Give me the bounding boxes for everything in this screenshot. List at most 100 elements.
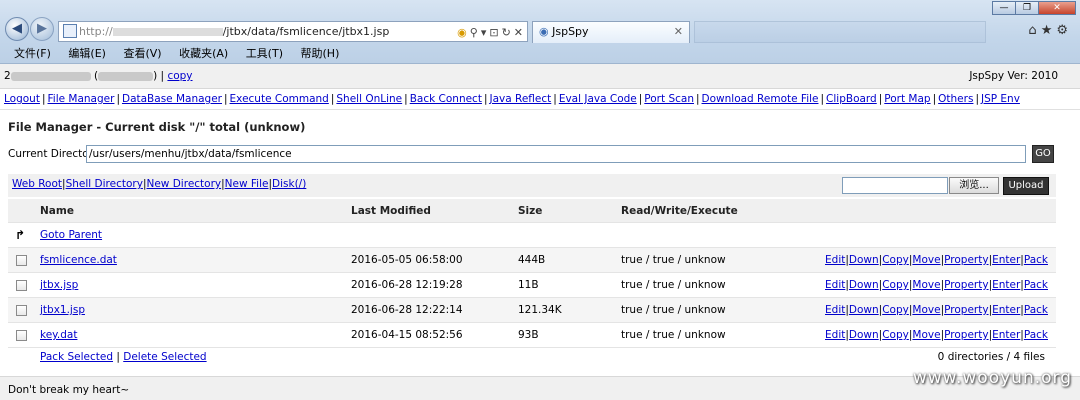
upload-file-input[interactable] [842,177,948,194]
file-checkbox[interactable] [16,280,27,291]
file-link-disk-[interactable]: Disk(/) [272,178,306,190]
file-name-link[interactable]: jtbx1.jsp [40,298,85,323]
action-enter[interactable]: Enter [992,304,1020,316]
menu-tools[interactable]: 工具(T) [246,47,283,60]
goto-parent-link[interactable]: Goto Parent [40,223,102,248]
home-icon[interactable]: ⌂ [1028,23,1040,38]
compat-view-icon[interactable]: ⊡ [489,26,498,39]
back-button[interactable]: ◀ [5,17,29,41]
action-enter[interactable]: Enter [992,329,1020,341]
menu-file[interactable]: 文件(F) [14,47,51,60]
compat-icon[interactable]: ◉ [457,26,467,39]
action-edit[interactable]: Edit [825,304,845,316]
action-copy[interactable]: Copy [882,304,909,316]
file-checkbox[interactable] [16,330,27,341]
action-down[interactable]: Down [849,329,879,341]
action-down[interactable]: Down [849,254,879,266]
address-bar[interactable]: http:///jtbx/data/fsmlicence/jtbx1.jsp ◉… [58,21,528,42]
action-property[interactable]: Property [944,254,988,266]
action-copy[interactable]: Copy [882,329,909,341]
nav-link-clipboard[interactable]: ClipBoard [826,93,877,105]
action-property[interactable]: Property [944,304,988,316]
action-copy[interactable]: Copy [882,254,909,266]
nav-link-logout[interactable]: Logout [4,93,40,105]
file-link-web-root[interactable]: Web Root [12,178,62,190]
nav-link-shell-online[interactable]: Shell OnLine [336,93,402,105]
nav-link-eval-java-code[interactable]: Eval Java Code [559,93,637,105]
delete-selected-link[interactable]: Delete Selected [123,351,206,363]
separator: | [404,93,408,105]
browser-chrome: — ❐ ✕ ◀ ▶ http:///jtbx/data/fsmlicence/jtb… [0,0,1080,64]
blurred-tab[interactable] [694,21,986,43]
close-window-button[interactable]: ✕ [1038,1,1076,15]
dropdown-icon[interactable]: ▾ [481,26,487,39]
file-name-link[interactable]: fsmlicence.dat [40,248,117,273]
search-icon[interactable]: ⚲ [470,26,478,39]
action-move[interactable]: Move [912,304,940,316]
action-property[interactable]: Property [944,279,988,291]
tab-jspspy[interactable]: ◉ JspSpy ✕ [532,21,690,43]
tab-close-icon[interactable]: ✕ [674,22,683,42]
menu-edit[interactable]: 编辑(E) [68,47,106,60]
file-link-new-directory[interactable]: New Directory [146,178,221,190]
action-move[interactable]: Move [912,279,940,291]
toolbar-icons: ⌂★⚙ [1028,23,1072,38]
action-enter[interactable]: Enter [992,254,1020,266]
action-down[interactable]: Down [849,304,879,316]
up-arrow-icon: ↱ [15,228,26,242]
menu-help[interactable]: 帮助(H) [301,47,340,60]
file-links: Web Root|Shell Directory|New Directory|N… [12,178,306,190]
favorites-star-icon[interactable]: ★ [1041,23,1057,38]
separator: | [638,93,643,105]
file-name-link[interactable]: jtbx.jsp [40,273,78,298]
nav-link-execute-command[interactable]: Execute Command [230,93,329,105]
action-enter[interactable]: Enter [992,279,1020,291]
nav-link-database-manager[interactable]: DataBase Manager [122,93,222,105]
separator: | [224,93,228,105]
forward-button[interactable]: ▶ [30,17,54,41]
nav-link-port-map[interactable]: Port Map [884,93,930,105]
nav-link-port-scan[interactable]: Port Scan [644,93,694,105]
go-button[interactable]: GO [1032,145,1054,163]
action-pack[interactable]: Pack [1024,329,1048,341]
action-down[interactable]: Down [849,279,879,291]
separator: | [330,93,335,105]
action-pack[interactable]: Pack [1024,254,1048,266]
stop-icon[interactable]: ✕ [514,26,523,39]
nav-link-back-connect[interactable]: Back Connect [410,93,482,105]
action-property[interactable]: Property [944,329,988,341]
file-rwx: true / true / unknow [621,329,726,341]
copy-link[interactable]: copy [167,70,192,82]
action-move[interactable]: Move [912,254,940,266]
file-size: 121.34K [518,304,562,316]
action-edit[interactable]: Edit [825,254,845,266]
file-checkbox[interactable] [16,255,27,266]
main-nav: Logout | File Manager | DataBase Manager | Exe… [0,90,1080,110]
nav-link-jsp-env[interactable]: JSP Env [981,93,1020,105]
action-copy[interactable]: Copy [882,279,909,291]
action-pack[interactable]: Pack [1024,304,1048,316]
nav-link-file-manager[interactable]: File Manager [48,93,115,105]
nav-link-others[interactable]: Others [938,93,973,105]
action-edit[interactable]: Edit [825,329,845,341]
upload-button[interactable]: Upload [1003,177,1049,195]
gear-icon[interactable]: ⚙ [1056,23,1072,38]
current-directory-input[interactable] [86,145,1026,163]
action-edit[interactable]: Edit [825,279,845,291]
file-link-new-file[interactable]: New File [225,178,269,190]
browse-button[interactable]: 浏览... [949,177,999,194]
action-pack[interactable]: Pack [1024,279,1048,291]
file-checkbox[interactable] [16,305,27,316]
nav-link-java-reflect[interactable]: Java Reflect [490,93,552,105]
pack-selected-link[interactable]: Pack Selected [40,351,113,363]
file-name-link[interactable]: key.dat [40,323,77,348]
refresh-icon[interactable]: ↻ [502,26,511,39]
file-link-shell-directory[interactable]: Shell Directory [66,178,143,190]
maximize-button[interactable]: ❐ [1015,1,1039,15]
menu-favorites[interactable]: 收藏夹(A) [179,47,228,60]
menu-view[interactable]: 查看(V) [123,47,161,60]
minimize-button[interactable]: — [992,1,1016,15]
table-header: Name Last Modified Size Read/Write/Execu… [8,199,1056,223]
nav-link-download-remote-file[interactable]: Download Remote File [702,93,819,105]
action-move[interactable]: Move [912,329,940,341]
